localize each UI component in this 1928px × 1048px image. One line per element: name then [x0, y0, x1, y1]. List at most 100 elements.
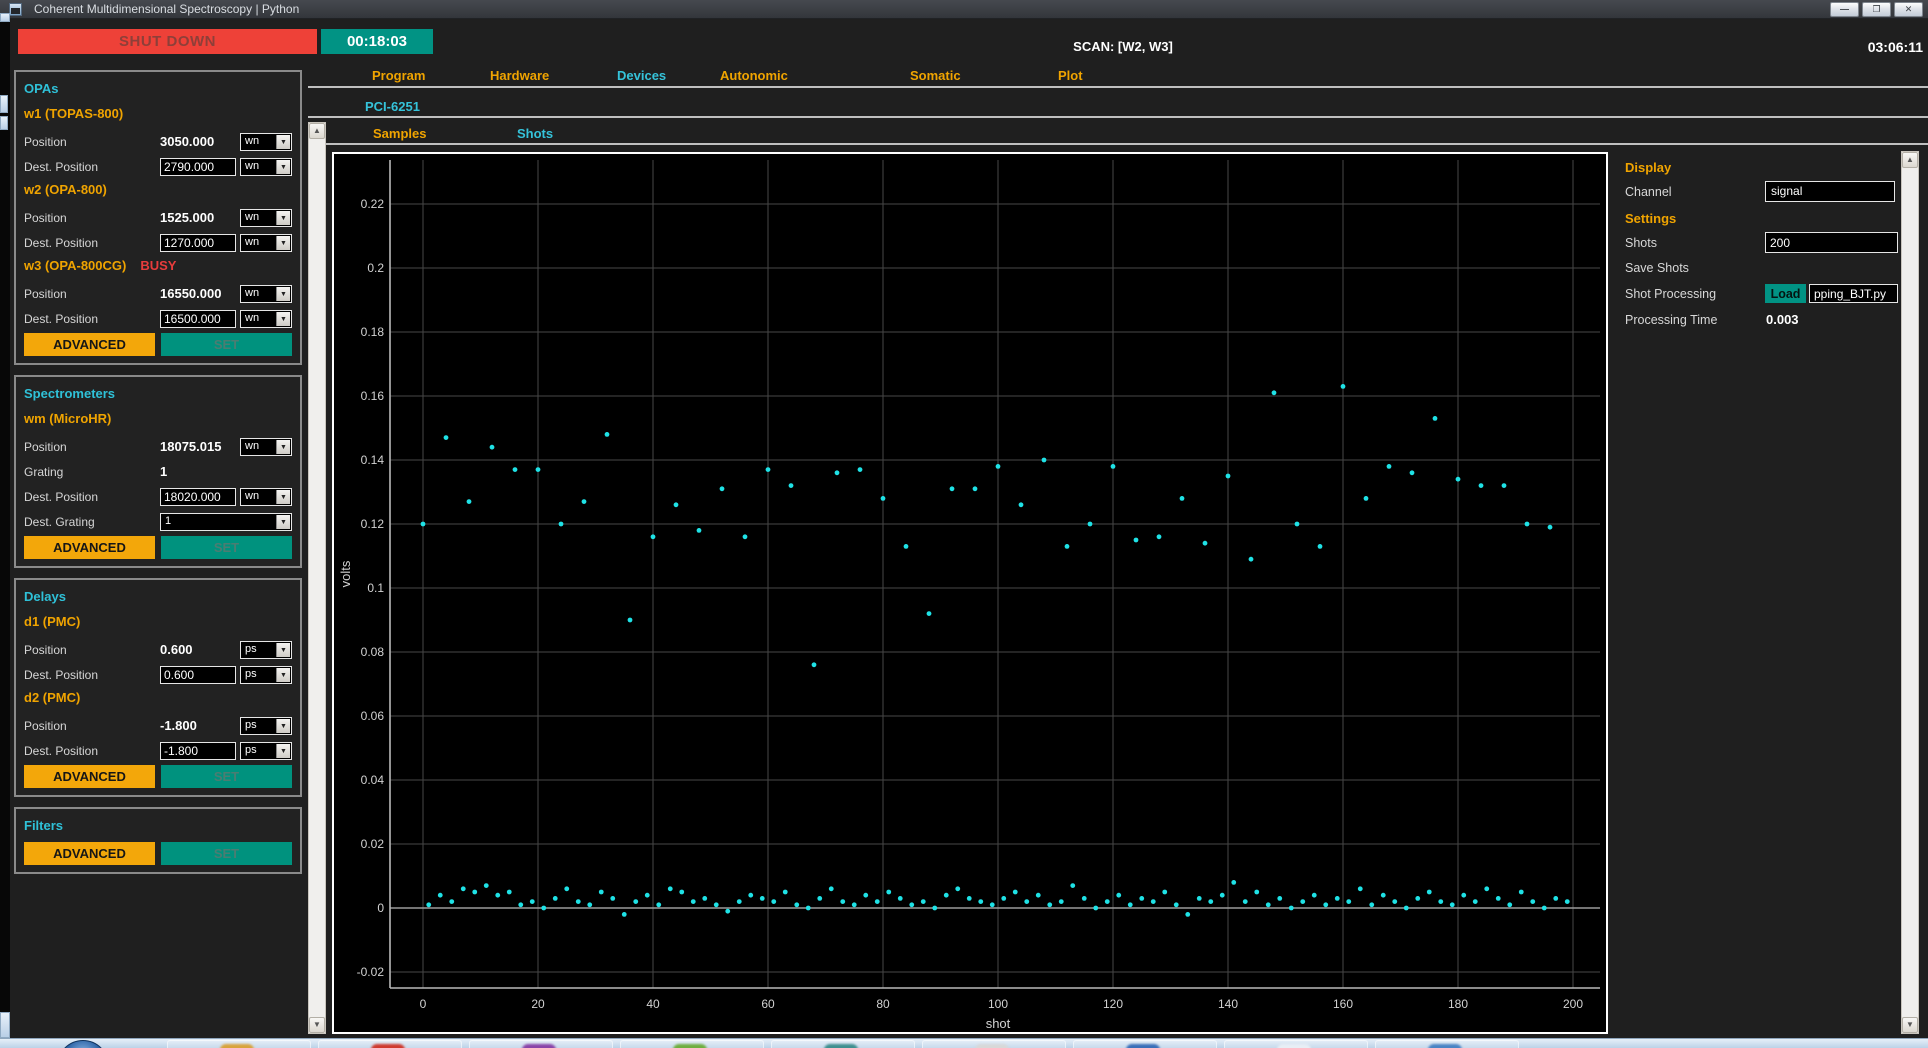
unit-value: wn [245, 439, 260, 452]
tab-somatic[interactable]: Somatic [910, 68, 961, 83]
minimize-button[interactable]: — [1830, 2, 1859, 17]
units-select[interactable]: wn ▼ [240, 437, 292, 456]
position-value: 1 [160, 464, 168, 479]
channel-label: Channel [1625, 185, 1672, 199]
taskbar-item[interactable] [1375, 1040, 1519, 1048]
chevron-down-icon[interactable]: ▼ [276, 489, 290, 504]
processing-script-field[interactable] [1809, 284, 1898, 303]
set-button[interactable]: SET [161, 536, 292, 559]
taskbar-item[interactable] [620, 1040, 764, 1048]
units-select[interactable]: wn ▼ [240, 157, 292, 176]
chevron-down-icon[interactable]: ▼ [276, 311, 290, 326]
set-button[interactable]: SET [161, 842, 292, 865]
chevron-down-icon[interactable]: ▼ [276, 159, 290, 174]
advanced-button[interactable]: ADVANCED [24, 765, 155, 788]
units-select[interactable]: wn ▼ [240, 208, 292, 227]
svg-text:180: 180 [1448, 997, 1468, 1011]
field-label: Dest. Position [24, 159, 99, 174]
chevron-down-icon[interactable]: ▼ [276, 642, 290, 657]
units-select[interactable]: ps ▼ [240, 716, 292, 735]
set-button[interactable]: SET [161, 333, 292, 356]
tab-samples[interactable]: Samples [373, 126, 426, 141]
tab-pci-6251[interactable]: PCI-6251 [365, 99, 420, 114]
plot-area-scrollbar[interactable]: ▲ ▼ [308, 122, 326, 1034]
close-button[interactable]: ✕ [1894, 2, 1923, 17]
taskbar-item[interactable] [469, 1040, 613, 1048]
advanced-button[interactable]: ADVANCED [24, 536, 155, 559]
svg-text:0.2: 0.2 [367, 261, 384, 275]
settings-panel-scrollbar[interactable]: ▲ ▼ [1901, 151, 1919, 1034]
taskbar-item[interactable] [167, 1040, 311, 1048]
chevron-down-icon[interactable]: ▼ [276, 514, 290, 529]
shutdown-button[interactable]: SHUT DOWN [18, 29, 317, 54]
chevron-down-icon[interactable]: ▼ [276, 235, 290, 250]
advanced-button[interactable]: ADVANCED [24, 333, 155, 356]
scroll-down-icon[interactable]: ▼ [309, 1017, 325, 1033]
svg-text:140: 140 [1218, 997, 1238, 1011]
svg-text:100: 100 [988, 997, 1008, 1011]
units-select[interactable]: wn ▼ [240, 132, 292, 151]
tab-hardware[interactable]: Hardware [490, 68, 549, 83]
units-select[interactable]: ps ▼ [240, 640, 292, 659]
units-select[interactable]: wn ▼ [240, 284, 292, 303]
dest-position-input[interactable] [160, 665, 236, 684]
tab-program[interactable]: Program [372, 68, 425, 83]
desktop: Coherent Multidimensional Spectroscopy |… [0, 0, 1928, 1048]
units-select[interactable]: ps ▼ [240, 741, 292, 760]
svg-text:160: 160 [1333, 997, 1353, 1011]
tab-devices[interactable]: Devices [617, 68, 666, 83]
svg-text:80: 80 [876, 997, 890, 1011]
unit-value: ps [245, 667, 257, 680]
units-select[interactable]: wn ▼ [240, 233, 292, 252]
dest-position-input[interactable] [160, 233, 236, 252]
field-label: Position [24, 439, 67, 454]
load-script-button[interactable]: Load [1765, 284, 1806, 303]
unit-value: wn [245, 235, 260, 248]
set-button[interactable]: SET [161, 765, 292, 788]
channel-select[interactable]: signal ▼ [1765, 181, 1895, 202]
start-button[interactable] [57, 1040, 109, 1048]
chevron-down-icon[interactable]: ▼ [276, 718, 290, 733]
units-select[interactable]: wn ▼ [240, 309, 292, 328]
chevron-down-icon[interactable]: ▼ [276, 743, 290, 758]
svg-text:120: 120 [1103, 997, 1123, 1011]
taskbar-item[interactable] [1224, 1040, 1368, 1048]
chevron-down-icon[interactable]: ▼ [276, 134, 290, 149]
dest-grating-select[interactable]: 1 ▼ [160, 512, 292, 531]
dest-position-input[interactable] [160, 487, 236, 506]
taskbar-item[interactable] [922, 1040, 1066, 1048]
scroll-up-icon[interactable]: ▲ [309, 123, 325, 139]
unit-value: ps [245, 642, 257, 655]
taskbar-item[interactable] [318, 1040, 462, 1048]
hardware-name: d2 (PMC) [24, 690, 81, 705]
chevron-down-icon[interactable]: ▼ [276, 210, 290, 225]
advanced-button[interactable]: ADVANCED [24, 842, 155, 865]
unit-value: wn [245, 286, 260, 299]
plot-canvas: 0.22 0.2 0.18 0.16 0.14 0.12 0.1 0.08 0.06 0.04 0.… [338, 160, 1600, 1031]
tab-autonomic[interactable]: Autonomic [720, 68, 788, 83]
hardware-name: wm (MicroHR) [24, 411, 112, 426]
chevron-down-icon[interactable]: ▼ [276, 439, 290, 454]
chevron-down-icon[interactable]: ▼ [276, 286, 290, 301]
shots-input[interactable] [1765, 232, 1898, 253]
units-select[interactable]: ps ▼ [240, 665, 292, 684]
taskbar-item[interactable] [771, 1040, 915, 1048]
svg-text:60: 60 [761, 997, 775, 1011]
units-select[interactable]: wn ▼ [240, 487, 292, 506]
hardware-name: w1 (TOPAS-800) [24, 106, 124, 121]
tab-plot[interactable]: Plot [1058, 68, 1083, 83]
restore-button[interactable]: ❐ [1862, 2, 1891, 17]
taskbar-app-icon [1428, 1044, 1462, 1048]
dest-position-input[interactable] [160, 741, 236, 760]
tab-shots[interactable]: Shots [517, 126, 553, 141]
hardware-name: w2 (OPA-800) [24, 182, 107, 197]
scroll-up-icon[interactable]: ▲ [1902, 152, 1918, 168]
taskbar-item[interactable] [1073, 1040, 1217, 1048]
chevron-down-icon[interactable]: ▼ [276, 667, 290, 682]
position-value: 1525.000 [160, 210, 215, 225]
field-label: Position [24, 642, 67, 657]
dest-position-input[interactable] [160, 157, 236, 176]
shots-scatter-plot: 0.22 0.2 0.18 0.16 0.14 0.12 0.1 0.08 0.06 0.04 0.… [332, 152, 1608, 1034]
dest-position-input[interactable] [160, 309, 236, 328]
scroll-down-icon[interactable]: ▼ [1902, 1017, 1918, 1033]
